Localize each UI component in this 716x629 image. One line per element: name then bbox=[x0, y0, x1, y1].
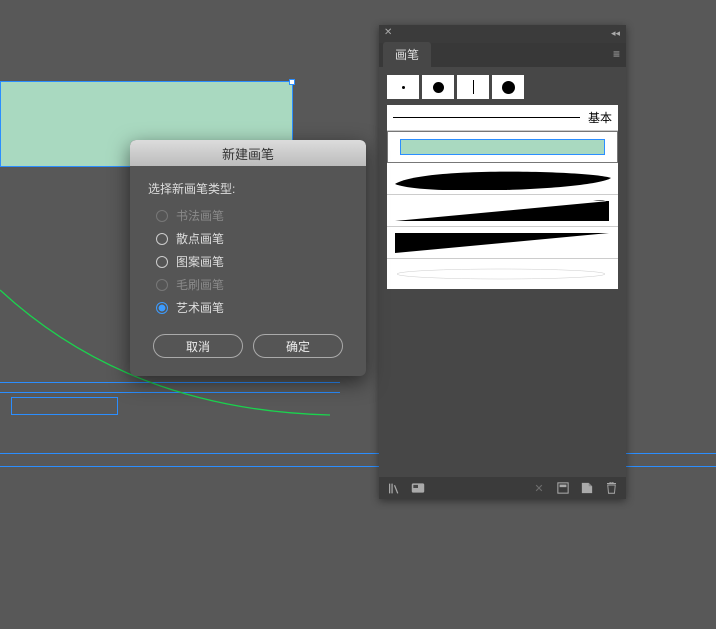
brushes-panel: ✕ ◂◂ 画笔 ≡ 基本 bbox=[379, 25, 626, 499]
panel-body: 基本 bbox=[379, 67, 626, 297]
radio-pattern[interactable]: 图案画笔 bbox=[156, 253, 348, 270]
radio-icon[interactable] bbox=[156, 256, 168, 268]
brush-row-mint[interactable] bbox=[387, 131, 618, 163]
resize-handle[interactable] bbox=[289, 79, 295, 85]
brush-list: 基本 bbox=[387, 105, 618, 289]
new-brush-icon[interactable] bbox=[580, 481, 594, 495]
panel-menu-icon[interactable]: ≡ bbox=[613, 47, 620, 61]
brush-thumb[interactable] bbox=[422, 75, 454, 99]
radio-icon bbox=[156, 210, 168, 222]
panel-tabs: 画笔 ≡ bbox=[379, 43, 626, 67]
brush-options-icon[interactable] bbox=[411, 481, 425, 495]
trash-icon[interactable] bbox=[604, 481, 618, 495]
brush-row[interactable] bbox=[387, 163, 618, 195]
brush-thumbnails bbox=[387, 75, 618, 99]
libraries-icon[interactable] bbox=[387, 481, 401, 495]
brush-stroke-preview bbox=[393, 266, 612, 282]
radio-label: 书法画笔 bbox=[176, 207, 224, 224]
brush-thumb[interactable] bbox=[387, 75, 419, 99]
brush-thumb[interactable] bbox=[457, 75, 489, 99]
brush-stroke-preview bbox=[393, 117, 580, 118]
radio-calligraphy: 书法画笔 bbox=[156, 207, 348, 224]
dialog-body: 选择新画笔类型: 书法画笔 散点画笔 图案画笔 毛刷画笔 艺术画笔 取消 确定 bbox=[130, 166, 366, 376]
dialog-title[interactable]: 新建画笔 bbox=[130, 140, 366, 166]
brush-stroke-preview bbox=[400, 139, 606, 155]
tab-brushes[interactable]: 画笔 bbox=[383, 42, 431, 67]
remove-stroke-icon: ✕ bbox=[532, 481, 546, 495]
brush-row-basic[interactable]: 基本 bbox=[387, 105, 618, 131]
radio-label: 图案画笔 bbox=[176, 253, 224, 270]
ok-button[interactable]: 确定 bbox=[253, 334, 343, 358]
panel-header-bar[interactable]: ✕ ◂◂ bbox=[379, 25, 626, 43]
close-icon[interactable]: ✕ bbox=[384, 27, 392, 38]
stroke-options-icon[interactable] bbox=[556, 481, 570, 495]
radio-label: 艺术画笔 bbox=[176, 299, 224, 316]
radio-label: 毛刷画笔 bbox=[176, 276, 224, 293]
new-brush-dialog: 新建画笔 选择新画笔类型: 书法画笔 散点画笔 图案画笔 毛刷画笔 艺术画笔 取… bbox=[130, 140, 366, 376]
radio-art[interactable]: 艺术画笔 bbox=[156, 299, 348, 316]
brush-stroke-preview bbox=[393, 199, 612, 223]
dialog-buttons: 取消 确定 bbox=[148, 334, 348, 358]
panel-empty-space bbox=[379, 297, 626, 477]
radio-scatter[interactable]: 散点画笔 bbox=[156, 230, 348, 247]
cancel-button[interactable]: 取消 bbox=[153, 334, 243, 358]
brush-row[interactable] bbox=[387, 227, 618, 259]
brush-stroke-preview bbox=[393, 168, 612, 190]
radio-bristle: 毛刷画笔 bbox=[156, 276, 348, 293]
brush-basic-label: 基本 bbox=[588, 109, 612, 126]
dialog-prompt: 选择新画笔类型: bbox=[148, 180, 348, 197]
brush-thumb[interactable] bbox=[492, 75, 524, 99]
radio-icon[interactable] bbox=[156, 302, 168, 314]
brush-stroke-preview bbox=[393, 231, 612, 255]
panel-footer: ✕ bbox=[379, 477, 626, 499]
brush-row[interactable] bbox=[387, 259, 618, 289]
brush-row[interactable] bbox=[387, 195, 618, 227]
radio-icon[interactable] bbox=[156, 233, 168, 245]
radio-label: 散点画笔 bbox=[176, 230, 224, 247]
radio-icon bbox=[156, 279, 168, 291]
collapse-icon[interactable]: ◂◂ bbox=[611, 28, 620, 39]
